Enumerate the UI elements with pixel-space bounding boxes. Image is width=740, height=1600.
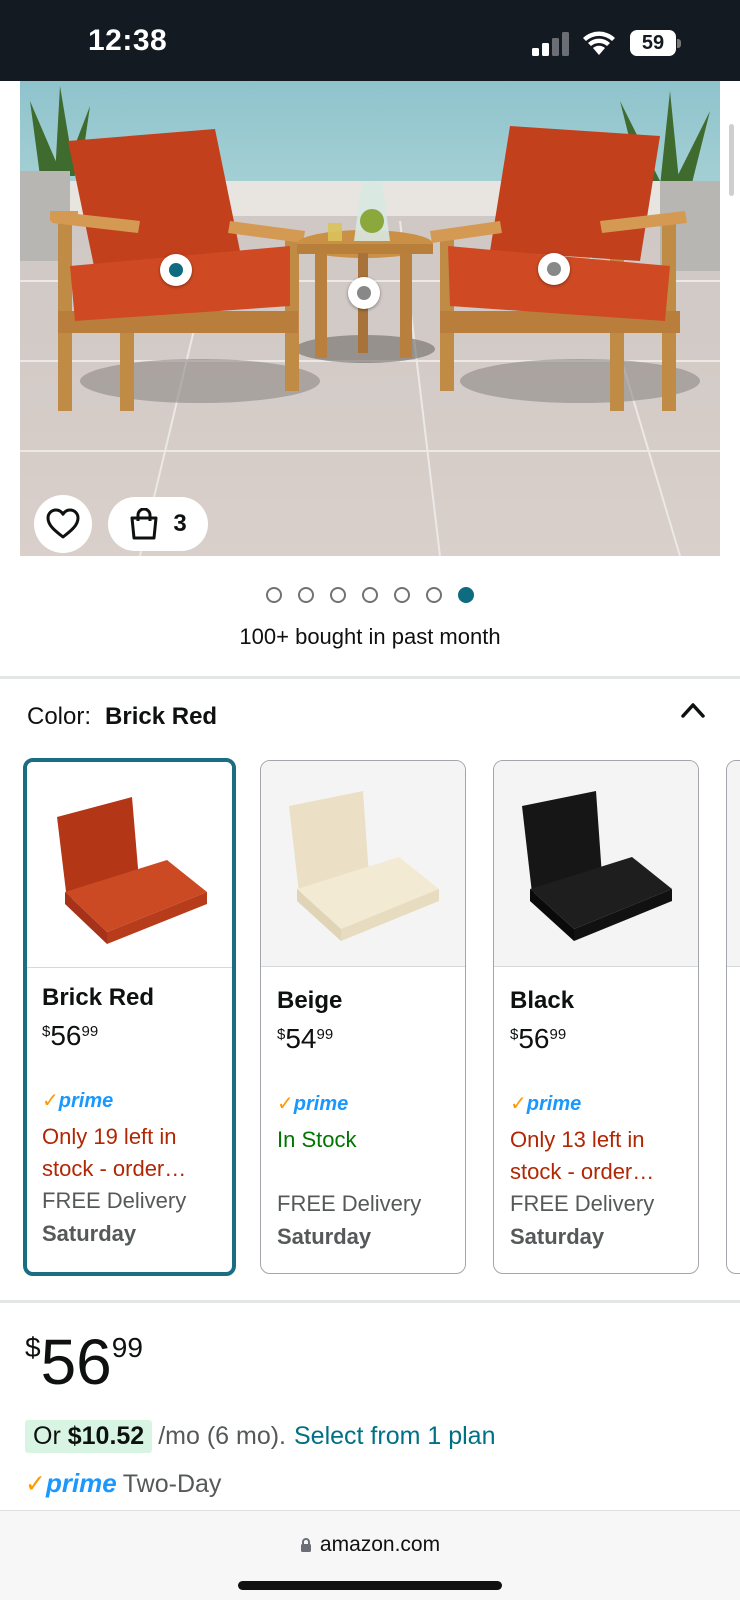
delivery-label: FREE Delivery (510, 1191, 655, 1216)
image-pagination (0, 587, 740, 603)
delivery-label: FREE Delivery (277, 1191, 422, 1216)
delivery-day: Saturday (510, 1224, 605, 1249)
option-price: $5499 (277, 1023, 334, 1054)
url-display[interactable]: amazon.com (0, 1533, 740, 1557)
option-price: $5699 (510, 1023, 567, 1054)
prime-badge: ✓prime (277, 1093, 349, 1115)
option-name: Brick Red (42, 984, 155, 1011)
delivery-day: Saturday (42, 1221, 137, 1246)
cellular-signal-icon (532, 32, 569, 56)
color-option-black[interactable]: Black $5699 ✓prime Only 13 left in stock… (493, 760, 699, 1274)
shopping-bag-button[interactable]: 3 (108, 497, 208, 551)
wishlist-button[interactable] (34, 495, 92, 553)
color-label: Color: (27, 703, 92, 730)
heart-icon (46, 508, 80, 539)
product-price: $5699 (25, 1326, 143, 1398)
chair-hotspot-right[interactable] (538, 253, 570, 285)
chevron-up-icon[interactable] (680, 700, 706, 720)
status-bar: 12:38 59 (0, 0, 740, 81)
prime-badge: ✓prime (510, 1093, 582, 1115)
color-heading: Color: Brick Red (27, 703, 217, 731)
cushion-image (494, 761, 698, 967)
color-option-beige[interactable]: Beige $5499 ✓prime In Stock FREE Deliver… (260, 760, 466, 1274)
divider (0, 1300, 740, 1303)
selected-color: Brick Red (105, 703, 218, 730)
status-time: 12:38 (88, 24, 168, 57)
cushion-image (261, 761, 465, 967)
page-dot-active[interactable] (458, 587, 474, 603)
shopping-bag-icon (130, 508, 158, 540)
bought-count: 100+ bought in past month (239, 624, 501, 649)
product-image[interactable]: 3 (20, 81, 720, 556)
page-dot[interactable] (266, 587, 282, 603)
page-dot[interactable] (330, 587, 346, 603)
page-dot[interactable] (298, 587, 314, 603)
page-dot[interactable] (426, 587, 442, 603)
page-dot[interactable] (362, 587, 378, 603)
option-name: Black (510, 987, 575, 1014)
table-hotspot[interactable] (348, 277, 380, 309)
installment-term: /mo (6 mo). (158, 1422, 286, 1450)
installment-offer: Or $10.52 /mo (6 mo). Select from 1 plan (25, 1420, 496, 1453)
color-option-brick-red[interactable]: Brick Red $5699 ✓prime Only 19 left in s… (23, 758, 236, 1276)
prime-badge: ✓prime (42, 1090, 114, 1112)
scrollbar[interactable] (729, 124, 734, 196)
stock-status: Only 19 left in stock - order… (42, 1124, 187, 1181)
bag-count: 3 (173, 510, 187, 537)
installment-pill: Or $10.52 (25, 1420, 153, 1453)
shipping-speed: Two-Day (122, 1470, 222, 1498)
select-plan-link[interactable]: Select from 1 plan (294, 1422, 496, 1451)
prime-check-icon: ✓ (25, 1470, 46, 1498)
stock-status: In Stock (277, 1127, 357, 1152)
patio-chairs-photo (20, 81, 720, 556)
home-indicator[interactable] (238, 1581, 502, 1590)
chair-hotspot-left[interactable] (160, 254, 192, 286)
divider (0, 676, 740, 679)
battery-level: 59 (641, 32, 665, 54)
lock-icon (300, 1538, 311, 1553)
delivery-label: FREE Delivery (42, 1188, 187, 1213)
page-dot[interactable] (394, 587, 410, 603)
option-name: Beige (277, 987, 343, 1014)
option-price: $5699 (42, 1020, 99, 1051)
wifi-icon (583, 31, 615, 55)
stock-status: Only 13 left in stock - order… (510, 1127, 655, 1184)
delivery-day: Saturday (277, 1224, 372, 1249)
battery-icon: 59 (630, 30, 682, 56)
cushion-image (27, 762, 232, 968)
prime-shipping: ✓ prime Two-Day (25, 1468, 222, 1498)
color-option-next[interactable] (726, 760, 740, 1274)
browser-url-bar[interactable]: amazon.com (0, 1510, 740, 1600)
